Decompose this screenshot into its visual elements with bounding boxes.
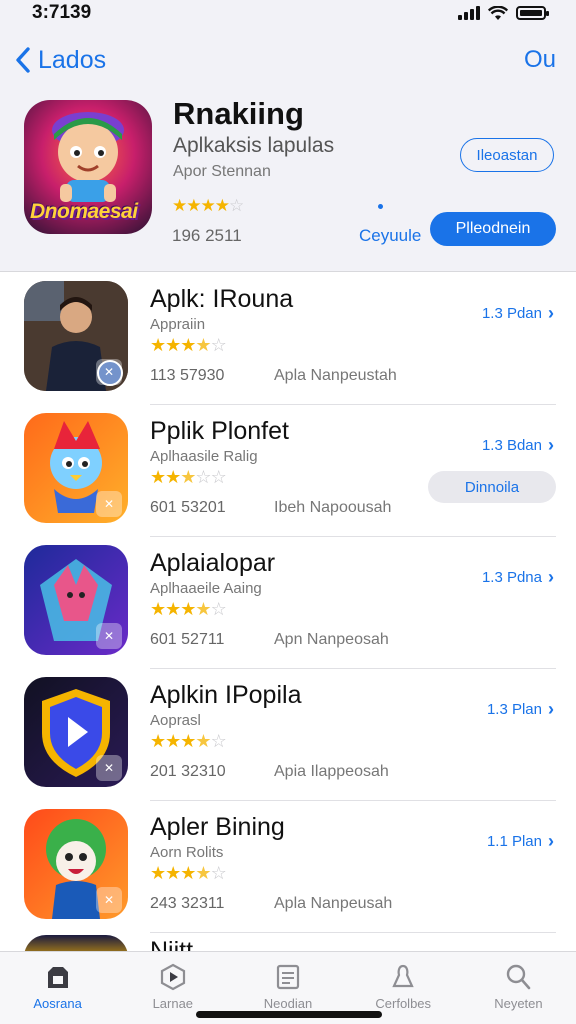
status-time: 3:7139 [32, 2, 92, 23]
search-icon [507, 964, 531, 990]
app-name: Pplik Plonfet [150, 417, 289, 445]
app-category: Appraiin [150, 316, 206, 333]
chevron-right-icon: › [548, 831, 554, 851]
app-badge-icon: ✕ [96, 623, 122, 649]
tab-label: Neodian [263, 996, 313, 1011]
app-rating-stars: ★★★★☆ [150, 335, 227, 355]
app-price-link[interactable]: 1.1 Plan › [487, 831, 554, 852]
app-header: Lados Ou Dnomaesai Rnakiing Aplkaksis la… [0, 26, 576, 272]
app-developer: Apla Nanpeusah [274, 895, 393, 912]
app-rating-stars: ★★★★☆ [150, 863, 227, 883]
app-rating-stars: ★★★☆☆ [150, 467, 227, 487]
home-indicator [196, 1011, 382, 1018]
app-category: Aoprasl [150, 712, 201, 729]
app-icon: ✕ [24, 413, 128, 523]
app-price-link[interactable]: 1.3 Pdna › [482, 567, 554, 588]
app-rating-stars: ★★★★☆ [150, 599, 227, 619]
app-name: Niitt... [150, 937, 214, 951]
app-price-link[interactable]: 1.3 Bdan › [482, 435, 554, 456]
arcade-icon [392, 964, 414, 988]
back-label: Lados [38, 45, 107, 74]
app-category: Aplhaaeile Aaing [150, 580, 262, 597]
list-item[interactable]: ✕ Aplaialopar Aplhaaeile Aaing ★★★★☆ 601… [0, 537, 576, 669]
featured-developer: Apor Stennan [173, 163, 271, 180]
list-item[interactable]: ✕ Aplk: IRouna Appraiin ★★★★☆ 113 57930 … [0, 273, 576, 405]
app-price-link[interactable]: 1.3 Pdan › [482, 303, 554, 324]
back-button[interactable]: Lados [14, 46, 106, 75]
app-price-link[interactable]: 1.3 Plan › [487, 699, 554, 720]
app-icon: ✕ [24, 677, 128, 787]
app-rating-count: 601 53201 [150, 499, 226, 516]
chevron-right-icon: › [548, 567, 554, 587]
status-icons [458, 5, 549, 21]
app-rating-count: 201 32310 [150, 763, 226, 780]
list-item[interactable]: ✕ Apler Bining Aorn Rolits ★★★★☆ 243 323… [0, 801, 576, 933]
list-item[interactable]: ✕ Aplkin IPopila Aoprasl ★★★★☆ 201 32310… [0, 669, 576, 801]
chevron-left-icon [16, 47, 30, 73]
app-icon: ✕ [24, 281, 128, 391]
featured-subtitle: Aplkaksis lapulas [173, 134, 335, 157]
app-icon [24, 935, 128, 951]
app-name: Apler Bining [150, 813, 285, 841]
status-bar: 3:7139 [0, 0, 576, 26]
app-name: Aplkin IPopila [150, 681, 302, 709]
featured-rating-count: 196 2511 [172, 226, 242, 245]
list-item-partial[interactable]: Niitt... [0, 931, 576, 951]
nav-right-button[interactable]: Ou [524, 46, 556, 74]
apps-icon [276, 964, 300, 990]
app-developer: Apla Nanpeustah [274, 367, 397, 384]
tab-label: Aosrana [33, 996, 82, 1011]
app-name: Aplk: IRouna [150, 285, 294, 313]
list-item[interactable]: ✕ Pplik Plonfet Aplhaasile Ralig ★★★☆☆ 6… [0, 405, 576, 537]
app-badge-icon: ✕ [96, 887, 122, 913]
app-price: 1.3 Pdan [481, 305, 542, 322]
chevron-right-icon: › [548, 435, 554, 455]
app-developer: Apn Nanpeosah [274, 631, 389, 648]
nav-bar: Lados Ou [14, 40, 556, 80]
games-icon [160, 963, 185, 991]
app-developer: Apia Ilappeosah [274, 763, 389, 780]
featured-outline-button[interactable]: Ileoastan [460, 138, 554, 172]
app-price: 1.3 Bdan [481, 437, 542, 454]
app-icon: ✕ [24, 545, 128, 655]
featured-get-button[interactable]: Plleodnein [430, 212, 556, 246]
app-icon: ✕ [24, 809, 128, 919]
app-category: Aorn Rolits [150, 844, 224, 861]
app-rating-stars: ★★★★☆ [150, 731, 227, 751]
tab-bar: Aosrana Larnae Neodian Cerfolbes Neyeten [0, 951, 576, 1024]
chevron-right-icon: › [548, 699, 554, 719]
battery-icon [516, 6, 549, 20]
download-button[interactable]: Dinnoila [428, 471, 556, 503]
app-category: Aplhaasile Ralig [150, 448, 258, 465]
chevron-right-icon: › [548, 303, 554, 323]
featured-link[interactable]: Ceyuule [359, 226, 421, 246]
tab-label: Neyeten [494, 996, 543, 1011]
app-price: 1.1 Plan [486, 833, 542, 850]
app-price: 1.3 Plan [486, 701, 542, 718]
featured-title: Rnakiing [173, 96, 304, 131]
app-list: ✕ Aplk: IRouna Appraiin ★★★★☆ 113 57930 … [0, 273, 576, 951]
app-name: Aplaialopar [150, 549, 276, 577]
signal-icon [458, 6, 480, 20]
indicator-dot [378, 204, 383, 209]
wifi-icon [488, 5, 508, 20]
featured-app-icon[interactable]: Dnomaesai [24, 100, 152, 234]
download-label: Dinnoila [464, 478, 520, 496]
app-rating-count: 601 52711 [150, 631, 225, 648]
today-icon [47, 967, 68, 988]
featured-rating-stars: ★★★★☆ [172, 196, 244, 215]
tab-today[interactable]: Aosrana [0, 952, 115, 1024]
app-badge-icon: ✕ [96, 755, 122, 781]
tab-search[interactable]: Neyeten [461, 952, 576, 1024]
app-rating-count: 243 32311 [150, 895, 225, 912]
app-price: 1.3 Pdna [481, 569, 542, 586]
app-developer: Ibeh Napoousah [274, 499, 392, 516]
featured-icon-wordmark: Dnomaesai [30, 200, 138, 223]
tab-label: Cerfolbes [375, 996, 432, 1011]
app-badge-icon: ✕ [96, 359, 122, 385]
tab-label: Larnae [152, 996, 194, 1011]
app-badge-icon: ✕ [96, 491, 122, 517]
app-rating-count: 113 57930 [150, 367, 225, 384]
